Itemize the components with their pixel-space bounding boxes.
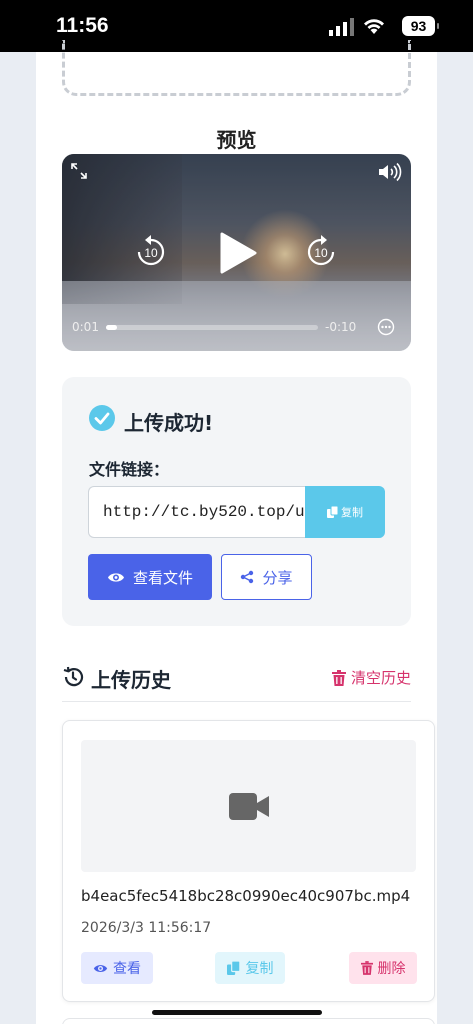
rewind-10-icon[interactable]: 10 <box>136 235 166 267</box>
wifi-icon <box>364 19 384 34</box>
history-item-date: 2026/3/3 11:56:17 <box>81 920 212 936</box>
copy-link-button[interactable]: 复制 <box>305 486 385 538</box>
history-icon <box>63 666 84 687</box>
video-time-current: 0:01 <box>72 320 99 334</box>
status-time: 11:56 <box>56 14 109 37</box>
video-time-remaining: -0:10 <box>325 320 357 334</box>
share-label: 分享 <box>262 568 293 587</box>
history-delete-button[interactable]: 删除 <box>349 952 417 984</box>
history-view-button[interactable]: 查看 <box>81 952 153 984</box>
upload-success-panel: 上传成功! 文件链接： http://tc.by520.top/uploads/… <box>62 377 411 626</box>
share-icon <box>241 570 254 584</box>
history-title: 上传历史 <box>91 668 171 692</box>
rewind-seconds: 10 <box>144 246 158 260</box>
status-icons: 93 <box>315 16 439 38</box>
preview-title: 预览 <box>216 128 257 152</box>
signal-icon <box>329 18 354 36</box>
clear-history-label: 清空历史 <box>350 669 411 687</box>
file-link-label: 文件链接： <box>89 460 170 479</box>
copy-icon <box>327 506 339 518</box>
video-camera-icon <box>228 792 269 820</box>
video-progress-bar[interactable] <box>106 325 318 330</box>
copy-icon <box>226 961 240 975</box>
history-item-card: b4eac5fec5418bc28c0990ec40c907bc.mp4 202… <box>62 720 435 1002</box>
more-options-icon[interactable] <box>377 318 395 336</box>
share-button[interactable]: 分享 <box>221 554 312 600</box>
fullscreen-icon[interactable] <box>70 162 88 180</box>
view-file-label: 查看文件 <box>132 568 193 587</box>
volume-icon[interactable] <box>377 162 403 182</box>
next-history-card-edge <box>62 1018 435 1024</box>
eye-icon <box>93 964 108 972</box>
video-progress-fill <box>106 325 117 330</box>
view-file-button[interactable]: 查看文件 <box>88 554 212 600</box>
video-player[interactable]: 10 10 0:01 -0:10 <box>62 154 411 351</box>
play-icon[interactable] <box>219 232 257 274</box>
upload-drop-zone[interactable] <box>62 40 411 96</box>
trash-icon <box>331 669 346 686</box>
file-link-group: http://tc.by520.top/uploads/ 复制 <box>88 486 385 538</box>
success-title: 上传成功! <box>124 411 214 435</box>
forward-10-icon[interactable]: 10 <box>306 235 336 267</box>
history-copy-button[interactable]: 复制 <box>215 952 285 984</box>
file-link-input[interactable]: http://tc.by520.top/uploads/ <box>88 486 306 538</box>
copy-link-label: 复制 <box>341 506 363 519</box>
home-indicator[interactable] <box>152 1010 322 1015</box>
history-delete-label: 删除 <box>377 961 406 977</box>
history-header: 上传历史 清空历史 <box>62 660 411 702</box>
check-circle-icon <box>89 405 115 431</box>
history-view-label: 查看 <box>113 961 141 977</box>
history-copy-label: 复制 <box>245 961 274 977</box>
clear-history-button[interactable]: 清空历史 <box>331 667 411 688</box>
history-item-filename: b4eac5fec5418bc28c0990ec40c907bc.mp4 <box>81 887 411 905</box>
forward-seconds: 10 <box>314 246 328 260</box>
battery-icon: 93 <box>402 16 439 36</box>
eye-icon <box>107 572 124 582</box>
history-item-thumbnail[interactable] <box>81 740 416 872</box>
trash-icon <box>360 961 373 975</box>
